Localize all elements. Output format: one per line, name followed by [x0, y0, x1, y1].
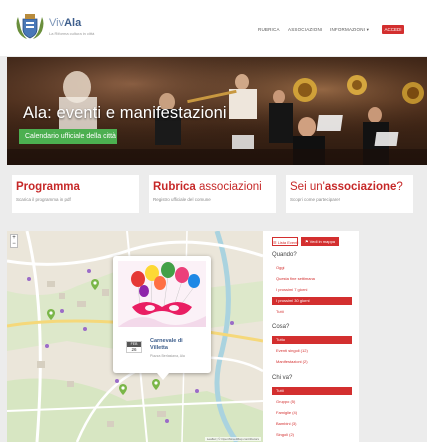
card-programma-title: Programma [16, 181, 80, 193]
filter-what-option[interactable]: Eventi singoli (12) [272, 347, 352, 355]
filter-when-title: Quando? [272, 252, 297, 258]
event-place: Piazza Berlasiana, Ala [150, 354, 185, 358]
nav-associazioni[interactable]: ASSOCIAZIONI [288, 27, 322, 32]
map-zoom-control: + − [10, 234, 18, 248]
map-marker-icon[interactable] [152, 379, 160, 390]
event-date-badge: FEB 26 [126, 341, 142, 353]
event-title-link[interactable]: Carnevale di Villetta [150, 338, 183, 352]
filter-when-option[interactable]: Tutti [272, 308, 352, 316]
nav-informazioni[interactable]: INFORMAZIONI ▾ [330, 27, 369, 33]
carnival-balloons-image [118, 261, 206, 327]
filter-when-option[interactable]: Questa fine settimana [272, 275, 352, 283]
city-crest-icon[interactable] [15, 13, 45, 41]
filter-when-option[interactable]: Oggi [272, 264, 352, 272]
card-associazione-title: Sei un'associazione? [290, 181, 403, 193]
filter-what-option[interactable]: Manifestazioni (2) [272, 358, 352, 366]
event-day: 26 [131, 347, 137, 352]
filters-sidebar: ☰ Lista Eventi ⚑ Vedi in mappa Quando? O… [263, 231, 359, 442]
logo-subtitle: La Riforma cultura in città [49, 31, 95, 36]
filter-who-option[interactable]: Famiglie (4) [272, 409, 352, 417]
popup-tail [157, 373, 169, 380]
map-marker-icon[interactable] [91, 279, 99, 290]
hero-title: Ala: eventi e manifestazioni [23, 104, 227, 122]
site-logo[interactable]: VivAla [49, 17, 81, 29]
filter-who-option-active[interactable]: Tutti [272, 387, 352, 395]
map-view-button[interactable]: ⚑ Vedi in mappa [301, 237, 339, 246]
map-marker-icon[interactable] [119, 384, 127, 395]
events-map[interactable]: + − FEB 26 Carnevale di Villetta Piazza … [7, 231, 263, 442]
event-title-line2: Villetta [150, 345, 168, 351]
event-image[interactable] [118, 261, 206, 327]
filter-who-title: Chi va? [272, 375, 293, 381]
filter-what-option-active[interactable]: Tutto [272, 336, 352, 344]
filter-when-option[interactable]: I prossimi 7 giorni [272, 286, 352, 294]
card-associazione-subtitle: Scopri come partecipare! [290, 197, 341, 202]
login-button[interactable]: ACCEDI [382, 25, 404, 34]
card-rubrica[interactable]: Rubrica associazioni Registro ufficiale … [149, 175, 276, 213]
card-rubrica-title: Rubrica associazioni [153, 181, 262, 193]
map-marker-icon[interactable] [47, 309, 55, 320]
nav-rubrica[interactable]: RUBRICA [258, 27, 280, 32]
hero-badge: Calendario ufficiale della città [19, 129, 117, 144]
filter-who-option[interactable]: Singoli (2) [272, 431, 352, 439]
card-programma[interactable]: Programma Scarica il programma in pdf [12, 175, 139, 213]
hero-banner: Ala: eventi e manifestazioni Calendario … [7, 57, 427, 165]
logo-name: Ala [64, 17, 82, 29]
zoom-out-button[interactable]: − [11, 241, 17, 247]
event-popup[interactable]: FEB 26 Carnevale di Villetta Piazza Berl… [113, 256, 211, 380]
filter-who-option[interactable]: Gruppo (5) [272, 398, 352, 406]
logo-prefix: Viv [49, 17, 65, 29]
card-programma-subtitle: Scarica il programma in pdf [16, 197, 71, 202]
card-associazione[interactable]: Sei un'associazione? Scopri come parteci… [286, 175, 413, 213]
site-header: VivAla La Riforma cultura in città RUBRI… [0, 0, 427, 56]
filter-who-option[interactable]: Bambini (3) [272, 420, 352, 428]
map-attribution[interactable]: Leaflet | © OpenStreetMap contributors [204, 437, 261, 441]
filter-when-option-active[interactable]: I prossimi 30 giorni [272, 297, 352, 305]
card-rubrica-subtitle: Registro ufficiale del comune [153, 197, 211, 202]
filter-what-title: Cosa? [272, 324, 290, 330]
event-title-line1: Carnevale di [150, 338, 183, 344]
list-view-button[interactable]: ☰ Lista Eventi [272, 237, 298, 246]
